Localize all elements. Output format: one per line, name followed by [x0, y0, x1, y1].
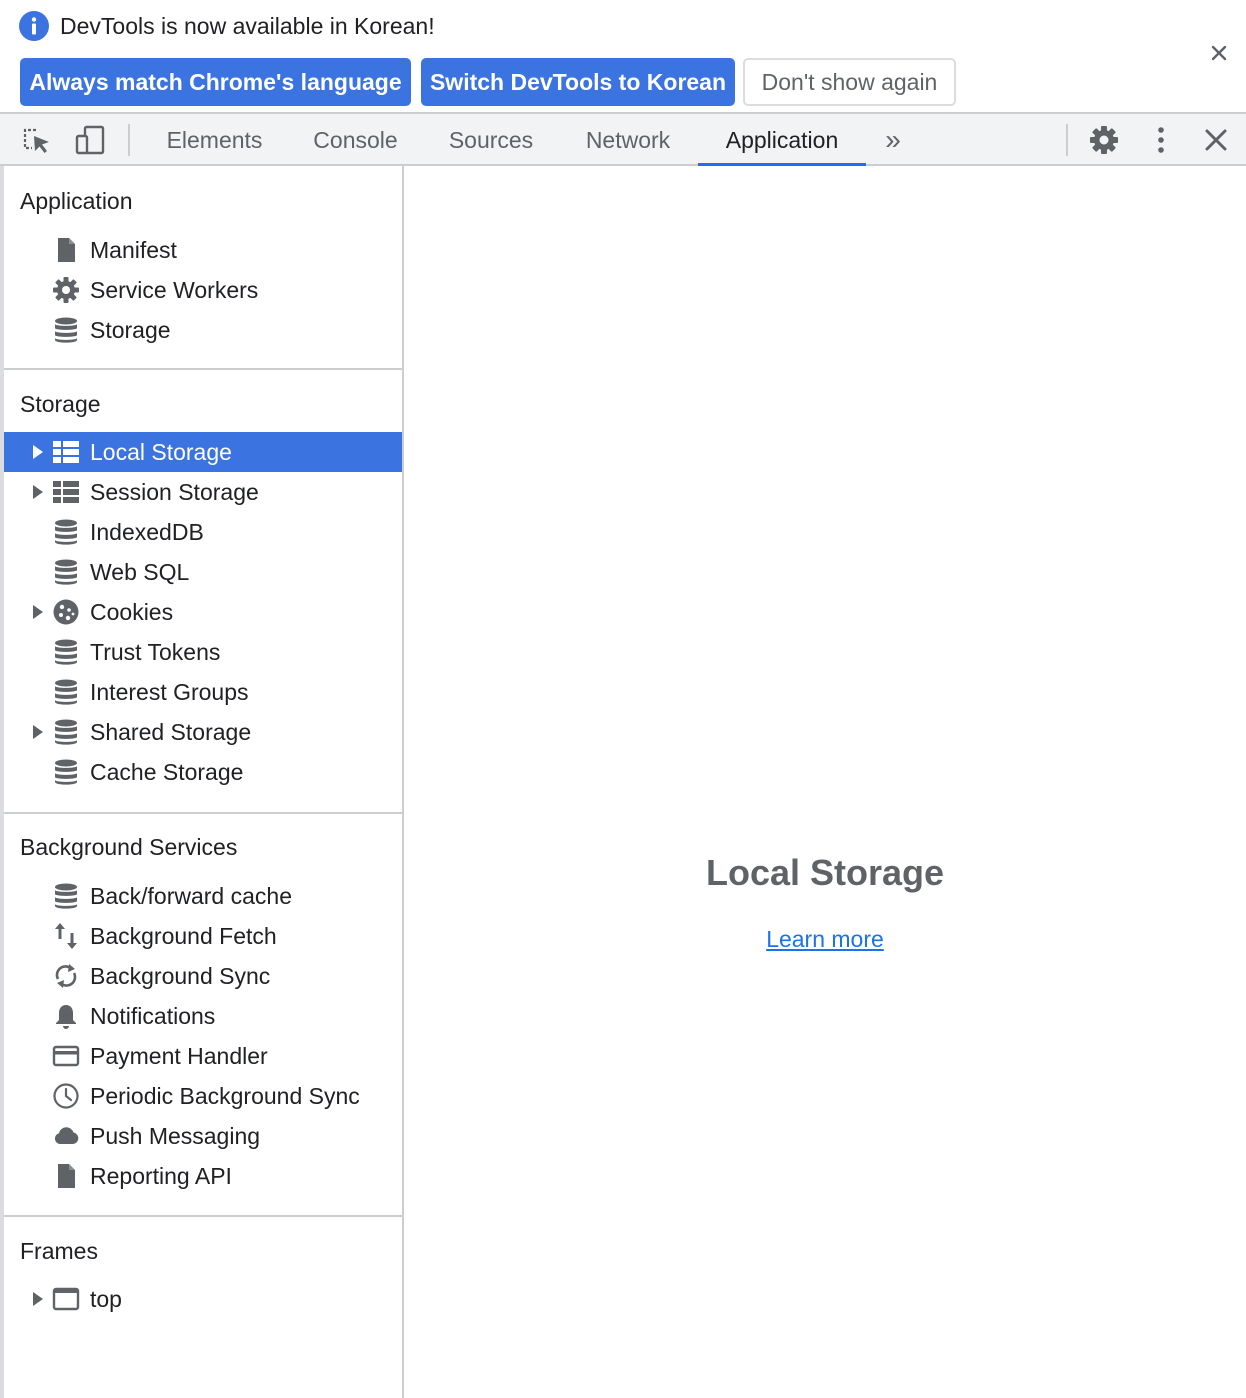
cloud-icon — [54, 1127, 79, 1144]
database-icon — [55, 679, 77, 705]
document-icon — [58, 1164, 75, 1188]
sidebar-item-periodic-background-sync[interactable]: Periodic Background Sync — [4, 1076, 402, 1116]
sidebar-item-storage-overview[interactable]: Storage — [4, 310, 402, 350]
device-toolbar-icon[interactable] — [74, 124, 106, 156]
sidebar-item-indexeddb[interactable]: IndexedDB — [4, 512, 402, 552]
more-options-icon[interactable] — [1145, 124, 1177, 156]
section-title-application: Application — [20, 188, 133, 214]
application-sidebar: Application Manifest Service Workers Sto… — [0, 166, 404, 1398]
devtools-toolbar: Elements Console Sources Network Applica… — [0, 112, 1246, 166]
section-divider — [4, 812, 402, 814]
switch-to-korean-button[interactable]: Switch DevTools to Korean — [421, 58, 735, 106]
expand-arrow-icon[interactable] — [32, 725, 44, 739]
database-icon — [55, 759, 77, 785]
up-down-arrows-icon — [55, 923, 77, 949]
frame-icon — [52, 1287, 80, 1311]
credit-card-icon — [52, 1045, 80, 1067]
sidebar-item-interest-groups[interactable]: Interest Groups — [4, 672, 402, 712]
sidebar-item-cookies[interactable]: Cookies — [4, 592, 402, 632]
sidebar-item-shared-storage[interactable]: Shared Storage — [4, 712, 402, 752]
always-match-language-button[interactable]: Always match Chrome's language — [20, 58, 411, 106]
section-divider — [4, 1215, 402, 1217]
infobar-close-icon[interactable] — [1206, 40, 1232, 66]
info-icon — [19, 11, 49, 41]
sidebar-item-background-fetch[interactable]: Background Fetch — [4, 916, 402, 956]
sidebar-item-trust-tokens[interactable]: Trust Tokens — [4, 632, 402, 672]
table-icon — [53, 441, 79, 463]
expand-arrow-icon[interactable] — [32, 1292, 44, 1306]
sidebar-item-cache-storage[interactable]: Cache Storage — [4, 752, 402, 792]
sidebar-item-web-sql[interactable]: Web SQL — [4, 552, 402, 592]
cookie-icon — [53, 599, 79, 625]
main-panel: Local Storage Learn more — [404, 166, 1246, 1398]
learn-more-link[interactable]: Learn more — [404, 926, 1246, 953]
sidebar-item-service-workers[interactable]: Service Workers — [4, 270, 402, 310]
database-icon — [55, 719, 77, 745]
sidebar-item-reporting-api[interactable]: Reporting API — [4, 1156, 402, 1196]
section-divider — [4, 368, 402, 370]
section-title-storage: Storage — [20, 391, 101, 417]
database-icon — [55, 883, 77, 909]
sidebar-item-back-forward-cache[interactable]: Back/forward cache — [4, 876, 402, 916]
section-title-frames: Frames — [20, 1238, 98, 1264]
expand-arrow-icon[interactable] — [32, 605, 44, 619]
sync-icon — [55, 964, 77, 988]
settings-gear-icon[interactable] — [1088, 124, 1120, 156]
gear-icon — [53, 277, 79, 303]
sidebar-item-local-storage[interactable]: Local Storage — [4, 432, 402, 472]
sidebar-item-session-storage[interactable]: Session Storage — [4, 472, 402, 512]
inspect-element-icon[interactable] — [21, 124, 53, 156]
sidebar-item-push-messaging[interactable]: Push Messaging — [4, 1116, 402, 1156]
language-infobar: DevTools is now available in Korean! Alw… — [0, 0, 1246, 112]
table-icon — [53, 481, 79, 503]
tab-console[interactable]: Console — [289, 114, 422, 166]
expand-arrow-icon[interactable] — [32, 445, 44, 459]
document-icon — [58, 238, 75, 262]
sidebar-item-frame-top[interactable]: top — [4, 1279, 402, 1319]
sidebar-item-manifest[interactable]: Manifest — [4, 230, 402, 270]
panel-title: Local Storage — [705, 852, 945, 893]
expand-arrow-icon[interactable] — [32, 485, 44, 499]
more-tabs-icon[interactable]: » — [872, 114, 914, 166]
sidebar-item-background-sync[interactable]: Background Sync — [4, 956, 402, 996]
tab-elements[interactable]: Elements — [143, 114, 286, 166]
clock-icon — [53, 1083, 79, 1109]
tab-application[interactable]: Application — [698, 114, 866, 166]
dont-show-again-button[interactable]: Don't show again — [743, 58, 956, 106]
toolbar-divider — [1066, 124, 1068, 156]
database-icon — [55, 559, 77, 585]
infobar-message: DevTools is now available in Korean! — [60, 13, 435, 39]
section-title-background-services: Background Services — [20, 834, 238, 860]
toolbar-divider — [128, 124, 130, 156]
sidebar-item-payment-handler[interactable]: Payment Handler — [4, 1036, 402, 1076]
tab-sources[interactable]: Sources — [425, 114, 557, 166]
database-icon — [55, 519, 77, 545]
database-icon — [55, 639, 77, 665]
sidebar-item-notifications[interactable]: Notifications — [4, 996, 402, 1036]
bell-icon — [56, 1005, 76, 1029]
tab-network[interactable]: Network — [561, 114, 695, 166]
database-icon — [55, 317, 77, 343]
close-devtools-icon[interactable] — [1200, 124, 1232, 156]
